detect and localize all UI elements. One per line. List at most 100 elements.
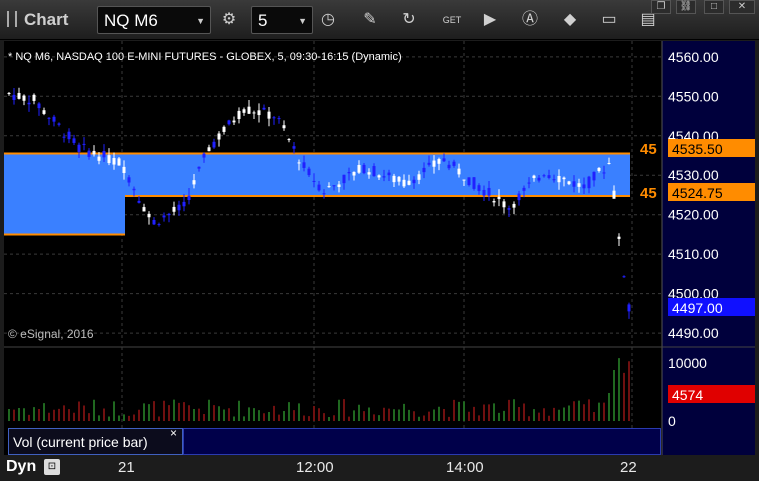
candle-body [402, 179, 406, 187]
candle-body [302, 162, 306, 168]
symbol-value: NQ M6 [104, 11, 158, 30]
candle-body [457, 168, 461, 175]
candle-body [492, 201, 496, 203]
study-tab[interactable]: Vol (current price bar) [8, 428, 183, 455]
clock-icon[interactable]: ◷ [316, 8, 340, 32]
candle-body [152, 219, 156, 225]
candle-body [547, 175, 551, 178]
candle-body [522, 187, 526, 191]
grip-handle[interactable] [7, 11, 17, 27]
chart-header: * NQ M6, NASDAQ 100 E-MINI FUTURES - GLO… [8, 51, 402, 63]
candle-body [627, 304, 631, 312]
candle-body [507, 208, 511, 210]
candle-body [327, 186, 331, 188]
candle-body [622, 276, 626, 278]
candle-body [552, 179, 556, 181]
current-volume-value: 4574 [672, 387, 703, 403]
candle-body [452, 161, 456, 166]
candle-body [422, 167, 426, 173]
candle-body [587, 176, 591, 189]
candle-body [517, 193, 521, 201]
candle-body [167, 213, 171, 216]
price-chart[interactable]: 4560.00 4550.00 4540.00 4530.00 4520.00 4510.… [4, 41, 755, 455]
candle-body [537, 177, 541, 181]
refresh-icon[interactable]: ↻ [397, 8, 421, 32]
candle-body [217, 133, 221, 140]
lock-icon[interactable]: ⊡ [44, 459, 60, 475]
candle-body [362, 164, 366, 174]
alert-icon[interactable]: Ⓐ [518, 8, 542, 32]
candle-body [312, 180, 316, 182]
candle-body [412, 179, 416, 184]
candle-body [247, 106, 251, 114]
candle-body [442, 158, 446, 162]
candle-body [37, 103, 41, 109]
candle-body [112, 158, 116, 165]
candle-body [242, 109, 246, 113]
candle-body [572, 181, 576, 187]
maximize-icon[interactable]: □ [704, 0, 724, 14]
candle-body [557, 175, 561, 183]
price-tick-label: 4550.00 [668, 88, 719, 104]
candle-body [607, 162, 611, 164]
candle-body [272, 117, 276, 119]
play-icon[interactable]: ▶ [478, 8, 502, 32]
chart-canvas[interactable]: 4560.004550.004540.004530.004520.004510.… [4, 41, 755, 455]
candle-body [297, 162, 301, 164]
volume-tick-0: 0 [668, 413, 676, 429]
candle-body [602, 172, 606, 174]
symbol-input[interactable]: NQ M6 ▼ [97, 6, 211, 34]
candle-body [382, 176, 386, 178]
chat-icon[interactable]: ▭ [597, 8, 621, 32]
upper-band-value: 4535.50 [672, 141, 723, 157]
candle-body [427, 162, 431, 165]
candle-body [117, 158, 121, 166]
chevron-down-icon[interactable]: ▼ [196, 16, 205, 26]
candle-body [582, 184, 586, 189]
study-panel-strip [183, 428, 661, 455]
candle-body [512, 203, 516, 208]
interval-input[interactable]: 5 ▼ [251, 6, 313, 34]
price-tick-label: 4490.00 [668, 325, 719, 341]
candle-body [332, 185, 336, 187]
candle-body [102, 150, 106, 158]
candle-body [232, 120, 236, 123]
candle-body [22, 95, 26, 101]
candle-body [397, 176, 401, 182]
settings-icon[interactable]: ⚙ [217, 8, 241, 32]
tag-icon[interactable]: ◆ [558, 8, 582, 32]
study-label: Vol (current price bar) [13, 434, 148, 450]
time-label-21: 21 [118, 459, 135, 476]
dyn-label[interactable]: Dyn [6, 458, 36, 476]
candle-body [357, 164, 361, 173]
candle-body [107, 155, 111, 164]
candle-body [42, 110, 46, 114]
candle-body [567, 181, 571, 185]
chevron-down-icon[interactable]: ▼ [298, 16, 307, 26]
candle-body [72, 138, 76, 143]
candle-body [177, 204, 181, 211]
close-icon[interactable]: ✕ [729, 0, 755, 14]
candle-body [137, 200, 141, 203]
upper-band-prefix: 45 [640, 141, 657, 158]
link-icon[interactable]: ⛓ [676, 0, 696, 14]
get-icon[interactable]: GET [440, 8, 464, 32]
candle-body [262, 107, 266, 110]
chart-toolbar: Chart NQ M6 ▼ ⚙ 5 ▼ ◷ ✎ ↻ GET ▶ Ⓐ ◆ ▭ ▤ … [0, 0, 759, 40]
candle-body [377, 175, 381, 178]
candle-body [197, 166, 201, 169]
restore-icon[interactable]: ❐ [651, 0, 671, 14]
price-tick-label: 4530.00 [668, 167, 719, 183]
candle-body [202, 153, 206, 158]
pencil-icon[interactable]: ✎ [358, 8, 382, 32]
candle-body [277, 118, 281, 120]
current-price-value: 4497.00 [672, 300, 723, 316]
close-icon[interactable]: × [170, 426, 177, 440]
candle-body [417, 174, 421, 180]
candle-body [352, 171, 356, 176]
candle-body [612, 190, 616, 199]
candle-body [482, 189, 486, 196]
candle-body [212, 141, 216, 148]
lower-band-prefix: 45 [640, 185, 657, 202]
candle-body [322, 193, 326, 195]
